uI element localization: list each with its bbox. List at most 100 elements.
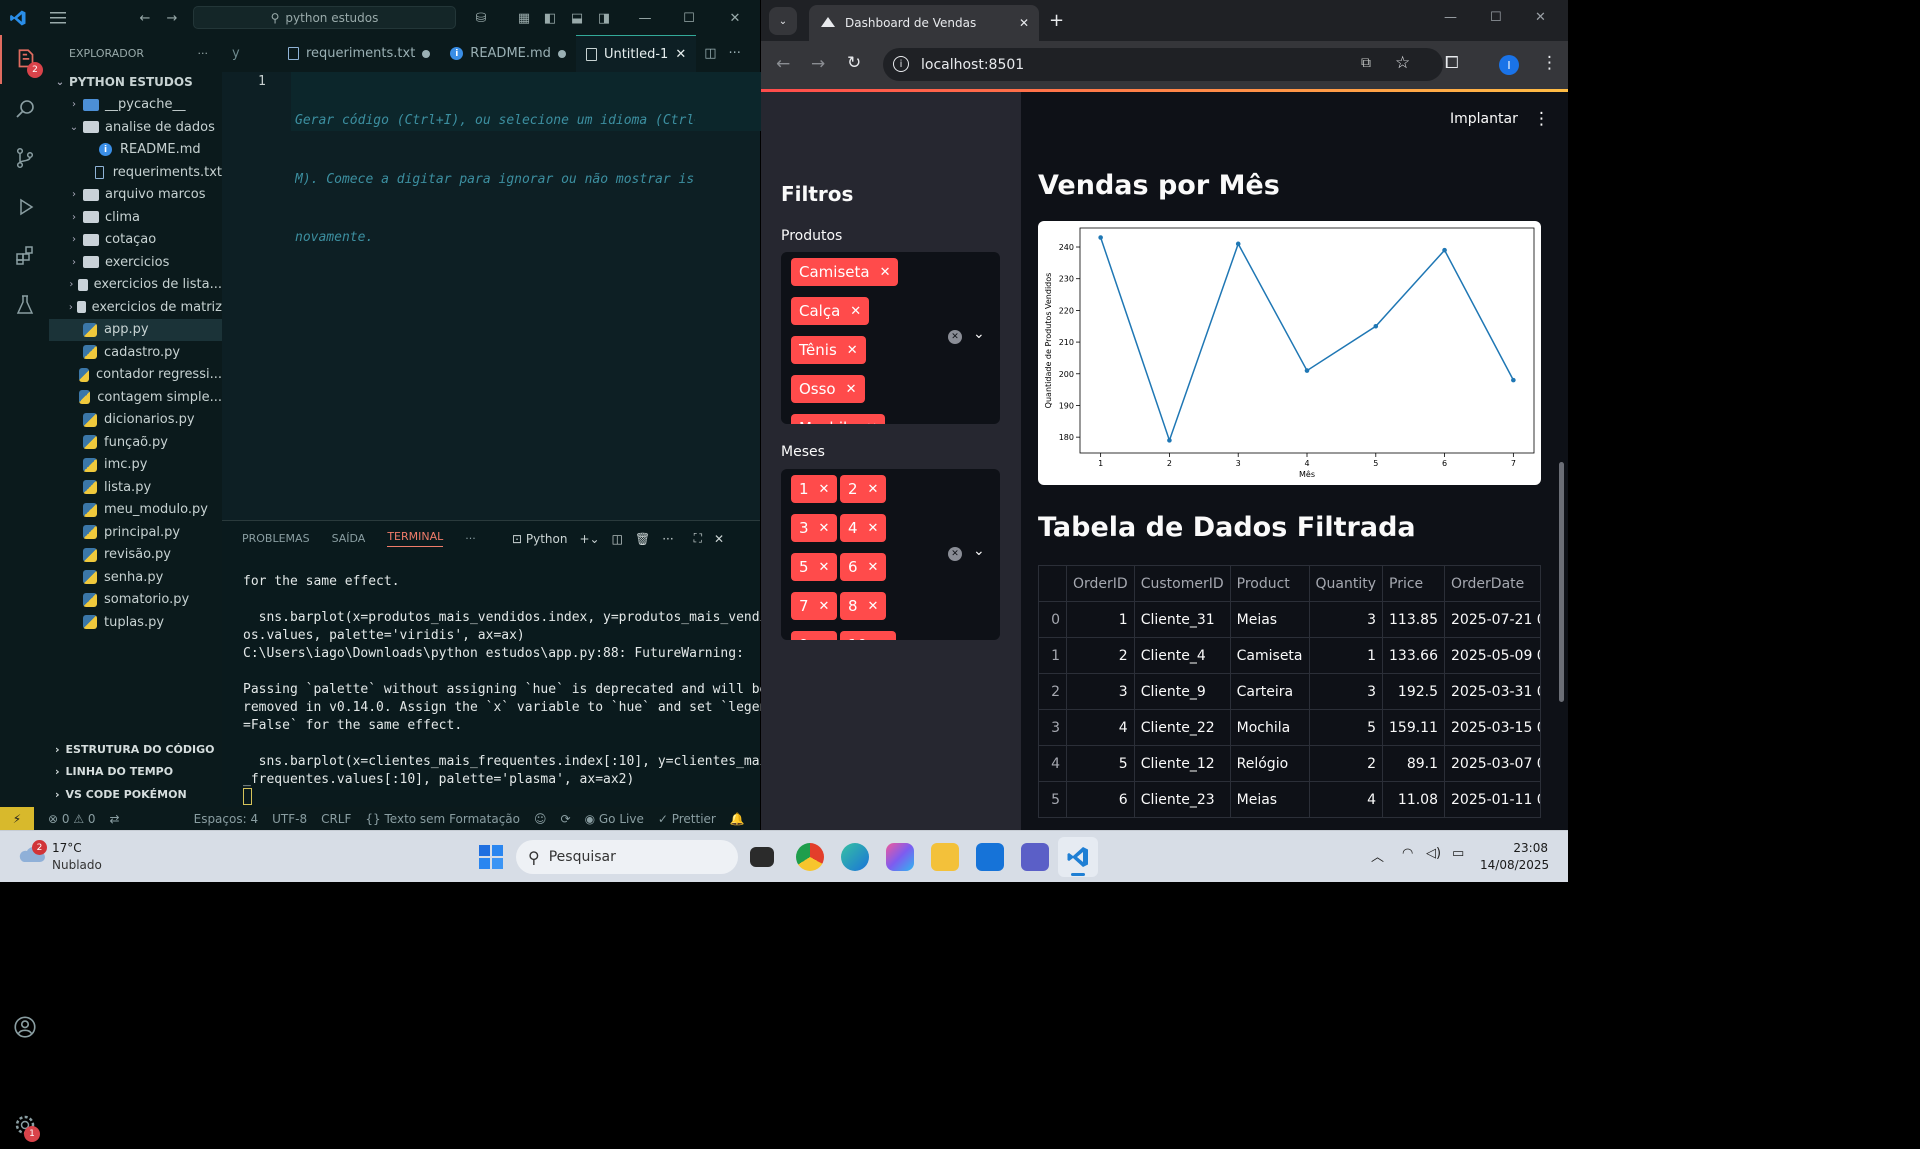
language-status[interactable]: {} Texto sem Formatação <box>365 812 520 826</box>
remove-chip-icon[interactable]: ✕ <box>819 482 830 497</box>
forward-icon[interactable]: → <box>811 54 825 74</box>
mes-chip[interactable]: 1 ✕ <box>791 475 838 503</box>
table-row[interactable]: 01Cliente_31Meias3113.852025-07-21 00:0 <box>1037 601 1541 638</box>
tree-item[interactable]: senha.py <box>49 566 222 589</box>
produto-chip[interactable]: Mochila ✕ <box>791 414 886 424</box>
wifi-icon[interactable]: ◠ <box>1402 846 1413 861</box>
remove-chip-icon[interactable]: ✕ <box>847 343 858 358</box>
tree-item[interactable]: i README.md <box>49 139 222 162</box>
minimize-icon[interactable]: — <box>630 3 660 33</box>
task-view-icon[interactable] <box>750 847 774 867</box>
produto-chip[interactable]: Tênis ✕ <box>791 336 866 364</box>
table-row[interactable]: 23Cliente_9Carteira3192.52025-03-31 00:0 <box>1037 673 1541 710</box>
main-menu-icon[interactable]: ⋮ <box>1533 109 1550 129</box>
tree-item[interactable]: › arquivo marcos <box>49 184 222 207</box>
clear-produtos-icon[interactable]: ✕ <box>948 330 962 344</box>
clear-meses-icon[interactable]: ✕ <box>948 547 962 561</box>
scrollbar[interactable] <box>1559 462 1564 702</box>
indent-status[interactable]: Espaços: 4 <box>194 812 259 826</box>
mes-chip[interactable]: 4 ✕ <box>840 514 887 542</box>
code-area[interactable]: 1 Gerar código (Ctrl+I), ou selecione um… <box>222 72 771 520</box>
browser-menu-icon[interactable]: ⋮ <box>1541 53 1558 73</box>
close-window-icon[interactable]: ✕ <box>1535 10 1546 25</box>
split-editor-icon[interactable]: ◫ <box>696 35 724 72</box>
close-tab-icon[interactable]: ✕ <box>675 47 686 62</box>
tab-problems[interactable]: PROBLEMAS <box>242 532 310 545</box>
tab-readme[interactable]: i README.md <box>440 35 576 72</box>
mes-chip[interactable]: 3 ✕ <box>791 514 838 542</box>
table-row[interactable]: 34Cliente_22Mochila5159.112025-03-15 00:… <box>1037 709 1541 746</box>
menu-icon[interactable] <box>43 3 73 33</box>
tab-overflow[interactable]: y <box>222 35 278 72</box>
split-terminal-icon[interactable]: ◫ <box>612 532 623 546</box>
section-pokemon[interactable]: › VS CODE POKÉMON <box>49 783 222 806</box>
terminal-output[interactable]: for the same effect. sns.barplot(x=produ… <box>243 573 775 789</box>
run-debug-icon[interactable] <box>0 182 49 231</box>
column-header[interactable]: Price <box>1382 565 1445 602</box>
tree-item[interactable]: › clima <box>49 206 222 229</box>
weather-temp[interactable]: 17°C <box>52 841 82 855</box>
prettier-status[interactable]: ✓ Prettier <box>658 812 716 826</box>
browser-tab[interactable]: Dashboard de Vendas ✕ <box>809 5 1039 41</box>
tab-untitled[interactable]: Untitled-1 ✕ <box>575 35 697 72</box>
maximize-icon[interactable]: ☐ <box>1490 10 1502 25</box>
remove-chip-icon[interactable]: ✕ <box>850 304 861 319</box>
tree-item[interactable]: somatorio.py <box>49 589 222 612</box>
root-folder[interactable]: ⌄ PYTHON ESTUDOS <box>49 71 222 94</box>
copilot-taskbar-icon[interactable] <box>886 843 914 871</box>
golive-status[interactable]: ◉ Go Live <box>585 812 644 826</box>
remote-icon[interactable]: ⚡ <box>0 807 34 830</box>
column-header[interactable]: OrderDate <box>1444 565 1541 602</box>
table-row[interactable]: 45Cliente_12Relógio289.12025-03-07 00:0 <box>1037 745 1541 782</box>
close-window-icon[interactable]: ✕ <box>720 3 750 33</box>
battery-icon[interactable]: ▭ <box>1452 846 1464 861</box>
tree-item[interactable]: cadastro.py <box>49 341 222 364</box>
toggle-panel-icon[interactable]: ⬓ <box>562 3 592 33</box>
address-bar[interactable]: i localhost:8501 ⧉ ☆ <box>883 48 1443 81</box>
maximize-icon[interactable]: ☐ <box>674 3 704 33</box>
mes-chip[interactable]: 2 ✕ <box>840 475 887 503</box>
tree-item[interactable]: lista.py <box>49 476 222 499</box>
file-explorer-icon[interactable] <box>931 843 959 871</box>
show-hidden-icons[interactable]: ︿ <box>1371 846 1384 865</box>
extensions-icon[interactable]: ⧠ <box>1445 53 1459 73</box>
remove-chip-icon[interactable]: ✕ <box>819 521 830 536</box>
remove-chip-icon[interactable]: ✕ <box>819 560 830 575</box>
volume-icon[interactable]: ◁) <box>1426 846 1441 861</box>
close-panel-icon[interactable]: ✕ <box>714 532 724 546</box>
deploy-button[interactable]: Implantar <box>1450 111 1518 127</box>
extensions-icon[interactable] <box>0 231 49 280</box>
clock-time[interactable]: 23:08 <box>1490 841 1548 855</box>
back-arrow-icon[interactable]: ← <box>130 3 160 33</box>
command-search-input[interactable]: ⚲ python estudos <box>193 6 456 29</box>
produto-chip[interactable]: Calça ✕ <box>791 297 870 325</box>
remove-chip-icon[interactable]: ✕ <box>877 638 888 641</box>
chevron-down-icon[interactable]: ⌄ <box>973 326 985 342</box>
back-icon[interactable]: ← <box>776 54 790 74</box>
section-outline[interactable]: › ESTRUTURA DO CÓDIGO <box>49 738 222 761</box>
chevron-down-icon[interactable]: ⌄ <box>973 543 985 559</box>
explorer-activity-icon[interactable]: 2 <box>0 35 49 84</box>
tree-item[interactable]: › cotaçao <box>49 229 222 252</box>
remove-chip-icon[interactable]: ✕ <box>819 638 830 641</box>
remove-chip-icon[interactable]: ✕ <box>868 599 879 614</box>
tree-item[interactable]: requeriments.txt <box>49 161 222 184</box>
forward-arrow-icon[interactable]: → <box>157 3 187 33</box>
tree-item[interactable]: ⌄ analise de dados <box>49 116 222 139</box>
tree-item[interactable]: revisão.py <box>49 544 222 567</box>
remove-chip-icon[interactable]: ✕ <box>819 599 830 614</box>
close-tab-icon[interactable]: ✕ <box>1019 16 1029 30</box>
toggle-secondary-sidebar-icon[interactable]: ◨ <box>589 3 619 33</box>
translate-icon[interactable]: ⧉ <box>1361 55 1371 71</box>
new-tab-icon[interactable]: + <box>1049 10 1064 31</box>
mes-chip[interactable]: 9✕ <box>791 631 838 641</box>
tree-item[interactable]: imc.py <box>49 454 222 477</box>
mes-chip[interactable]: 10 ✕ <box>840 631 896 640</box>
column-header[interactable]: Product <box>1229 565 1310 602</box>
clock-date[interactable]: 14/08/2025 <box>1480 858 1549 872</box>
problems-status[interactable]: ⊗ 0 ⚠ 0 <box>48 812 96 826</box>
weather-desc[interactable]: Nublado <box>52 858 102 872</box>
remove-chip-icon[interactable]: ✕ <box>868 560 879 575</box>
tree-item[interactable]: dicionarios.py <box>49 409 222 432</box>
tree-item[interactable]: contagem simple... <box>49 386 222 409</box>
